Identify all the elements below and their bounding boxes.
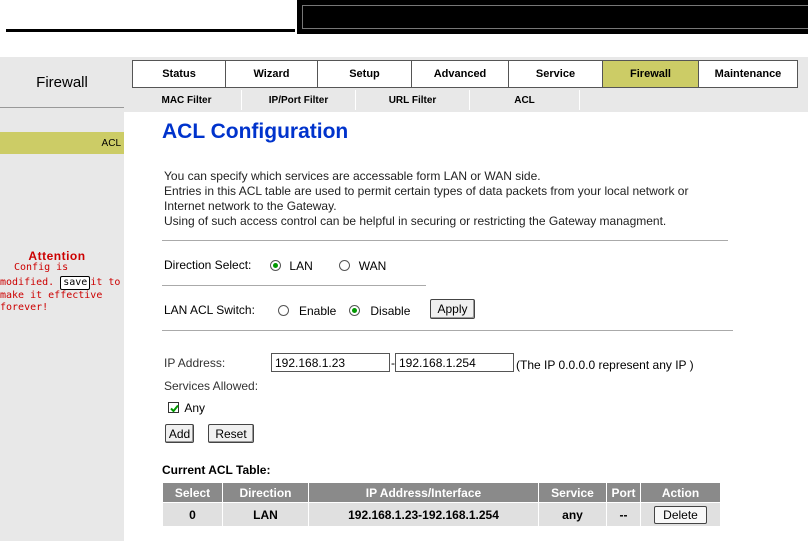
tab-wizard[interactable]: Wizard [225, 60, 317, 88]
desc-line2: Entries in this ACL table are used to pe… [164, 184, 689, 198]
col-select-header: Select [162, 482, 223, 503]
sub-nav: MAC Filter IP/Port Filter URL Filter ACL [132, 90, 797, 110]
banner-right [297, 0, 808, 34]
services-label: Services Allowed: [164, 379, 259, 393]
reset-button[interactable]: Reset [208, 424, 254, 443]
page-title: ACL Configuration [162, 120, 349, 143]
divider [162, 240, 728, 241]
services-any-label: Any [184, 400, 206, 415]
col-direction-header: Direction [222, 482, 309, 503]
cell-action: Delete [640, 502, 721, 527]
apply-button[interactable]: Apply [430, 299, 475, 319]
desc-line3: Internet network to the Gateway. [164, 199, 337, 213]
col-action-header: Action [640, 482, 721, 503]
tab-setup[interactable]: Setup [317, 60, 411, 88]
subtab-url-filter[interactable]: URL Filter [356, 90, 470, 110]
attention-line2-pre: modified. [0, 277, 55, 288]
tab-status[interactable]: Status [132, 60, 225, 88]
acl-switch-row: LAN ACL Switch: Enable Disable [164, 303, 410, 318]
subtab-mac-filter[interactable]: MAC Filter [132, 90, 242, 110]
banner-divider [6, 29, 295, 32]
attention-line4: forever! [0, 302, 49, 313]
acl-disable-label: Disable [370, 303, 411, 318]
direction-wan-radio[interactable] [339, 260, 351, 272]
tab-maintenance[interactable]: Maintenance [698, 60, 798, 88]
subtab-acl[interactable]: ACL [470, 90, 580, 110]
attention-notice: Attention Config is modified. save it to … [0, 250, 124, 314]
services-any-checkbox[interactable] [168, 402, 179, 414]
ip-hint: (The IP 0.0.0.0 represent any IP ) [516, 358, 694, 372]
acl-disable-radio[interactable] [349, 305, 361, 317]
add-button[interactable]: Add [165, 424, 194, 443]
cell-service: any [538, 502, 607, 527]
direction-wan-label: WAN [358, 258, 387, 273]
sidebar [0, 112, 124, 541]
subtab-ip-port-filter[interactable]: IP/Port Filter [242, 90, 356, 110]
banner-left [0, 0, 297, 34]
save-button[interactable]: save [60, 276, 91, 290]
section-title: Firewall [0, 58, 124, 108]
acl-table: Select Direction IP Address/Interface Se… [162, 482, 721, 527]
table-header-row: Select Direction IP Address/Interface Se… [162, 482, 721, 503]
acl-enable-label: Enable [298, 303, 337, 318]
cell-select: 0 [162, 502, 223, 527]
col-service-header: Service [538, 482, 607, 503]
col-port-header: Port [606, 482, 641, 503]
services-any-row: Any [168, 400, 205, 415]
delete-button[interactable]: Delete [654, 505, 707, 524]
ip-end-input[interactable]: 192.168.1.254 [395, 353, 514, 372]
attention-line2-post: it to [90, 277, 121, 288]
attention-line1: Config is [14, 262, 69, 273]
cell-ip: 192.168.1.23-192.168.1.254 [308, 502, 539, 527]
attention-line3: make it effective [0, 290, 103, 301]
cell-direction: LAN [222, 502, 309, 527]
direction-lan-radio[interactable] [270, 260, 282, 272]
cell-port: -- [606, 502, 641, 527]
col-ip-header: IP Address/Interface [308, 482, 539, 503]
sidebar-item-acl[interactable]: ACL [0, 132, 124, 154]
subtab-empty [580, 90, 797, 110]
acl-enable-radio[interactable] [277, 305, 289, 317]
table-row: 0 LAN 192.168.1.23-192.168.1.254 any -- … [162, 502, 721, 527]
main-nav: Status Wizard Setup Advanced Service Fir… [132, 60, 798, 88]
tab-service[interactable]: Service [508, 60, 602, 88]
acl-table-caption: Current ACL Table: [162, 463, 271, 477]
divider [162, 285, 426, 286]
direction-label: Direction Select: [164, 258, 252, 272]
tab-firewall[interactable]: Firewall [602, 60, 698, 88]
banner-frame [302, 5, 808, 29]
direction-lan-label: LAN [289, 258, 313, 273]
desc-line4: Using of such access control can be help… [164, 214, 667, 228]
divider [162, 330, 733, 331]
checkmark-icon [170, 405, 179, 413]
ip-address-label: IP Address: [164, 356, 226, 370]
page-description: You can specify which services are acces… [164, 169, 764, 229]
ip-start-input[interactable]: 192.168.1.23 [271, 353, 390, 372]
desc-line1: You can specify which services are acces… [164, 169, 541, 183]
tab-advanced[interactable]: Advanced [411, 60, 508, 88]
direction-row: Direction Select: LAN WAN [164, 258, 386, 273]
attention-title: Attention [28, 249, 86, 263]
acl-switch-label: LAN ACL Switch: [164, 303, 255, 317]
